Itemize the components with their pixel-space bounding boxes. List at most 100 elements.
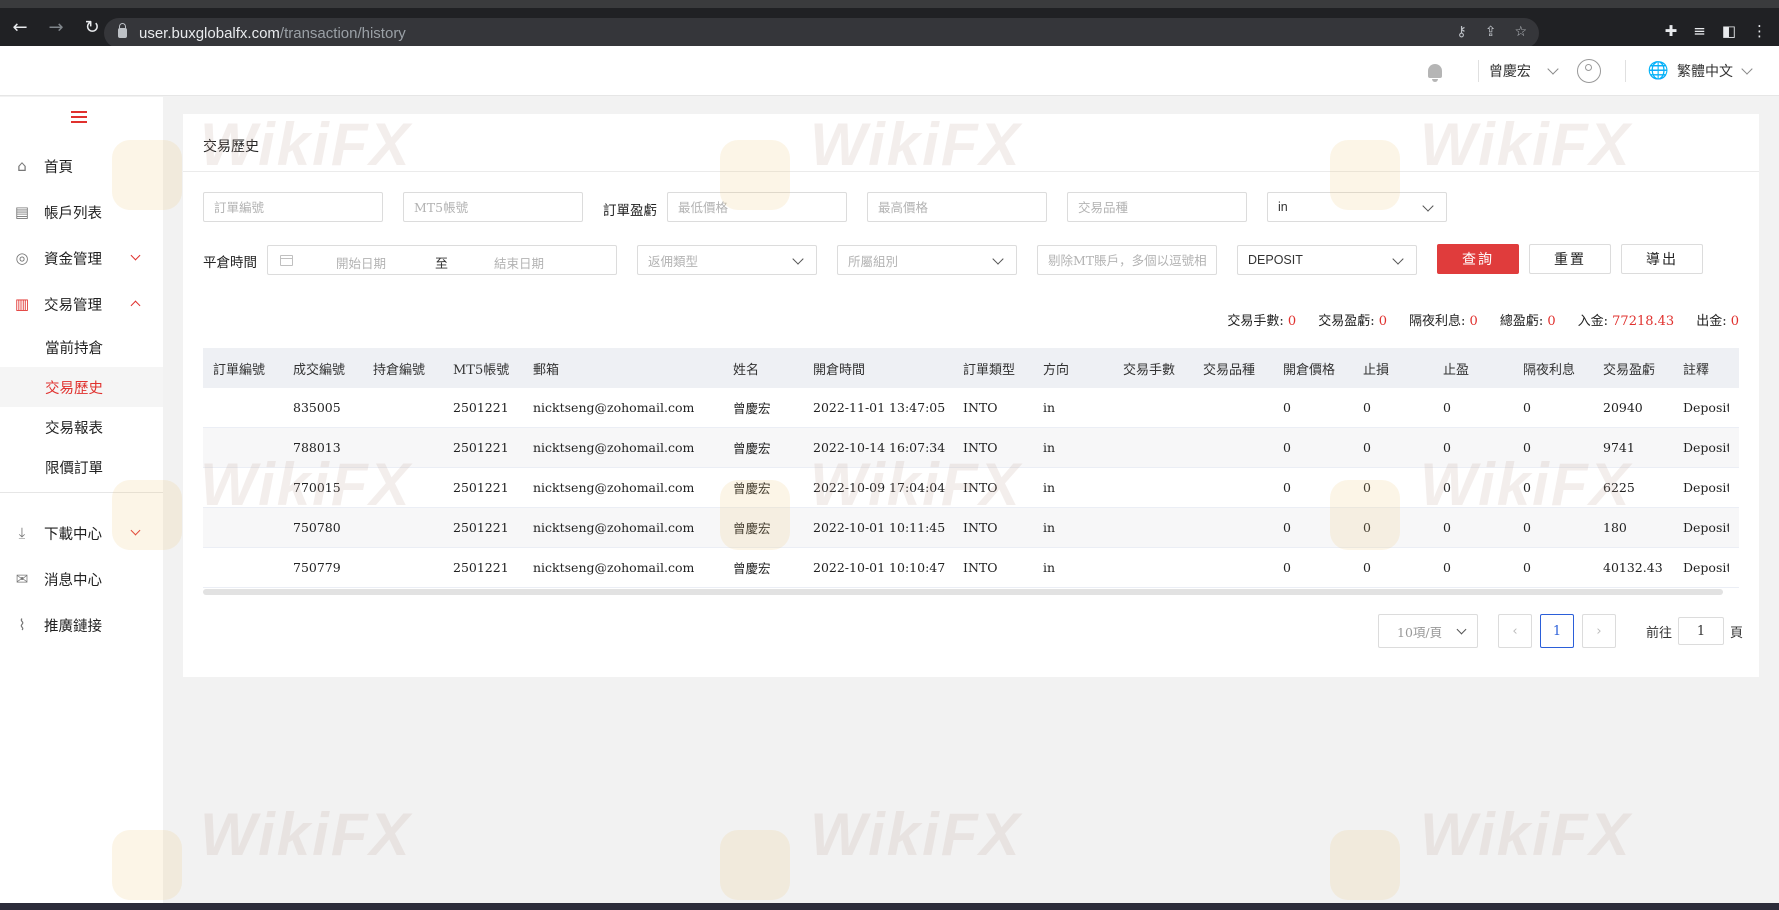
- chevron-down-icon: [1422, 200, 1434, 212]
- page-size-select[interactable]: 10項/頁: [1378, 614, 1478, 648]
- fund-icon: ◎: [15, 249, 29, 267]
- order-no-input[interactable]: [203, 192, 383, 222]
- table-cell: 0: [1363, 560, 1371, 575]
- column-header: 交易手數: [1123, 362, 1176, 378]
- page-number-button[interactable]: 1: [1540, 614, 1574, 648]
- sidebar-divider: [0, 492, 163, 493]
- avatar-icon[interactable]: [1576, 59, 1601, 83]
- sidebar-item-funds[interactable]: ◎ 資金管理: [0, 238, 163, 278]
- goto-page-input[interactable]: [1678, 617, 1725, 645]
- table-row[interactable]: 750779 2501221 nicktseng@zohomail.com 曾慶宏 20…: [203, 548, 1739, 588]
- url-path: /transaction/history: [279, 24, 406, 42]
- sidebar-item-accounts[interactable]: ▤ 帳戶列表: [0, 192, 163, 232]
- watermark-text: WikiFX: [200, 801, 412, 868]
- table-cell: nicktseng@zohomail.com: [533, 520, 695, 535]
- menu-icon[interactable]: ⋮: [1752, 22, 1767, 40]
- table-cell: 2022-11-01 13:47:05: [813, 400, 946, 415]
- table-cell: INTO: [963, 480, 998, 495]
- globe-icon[interactable]: 🌐: [1648, 61, 1669, 81]
- symbol-input[interactable]: [1067, 192, 1247, 222]
- chevron-down-icon: [992, 253, 1004, 265]
- column-header: 交易品種: [1203, 362, 1256, 378]
- link-icon: ⌇: [18, 616, 26, 634]
- date-range-picker[interactable]: 開始日期 至 結束日期: [267, 245, 617, 275]
- chevron-down-icon: [130, 250, 141, 261]
- language-selector[interactable]: 繁體中文: [1677, 61, 1733, 81]
- table-row[interactable]: 788013 2501221 nicktseng@zohomail.com 曾慶宏 20…: [203, 428, 1739, 468]
- app-header: 曾慶宏 🌐 繁體中文: [0, 46, 1779, 96]
- table-cell: INTO: [963, 440, 998, 455]
- table-cell: 6225: [1603, 480, 1635, 495]
- sidebar-item-downloads[interactable]: ⤓ 下載中心: [0, 513, 163, 553]
- export-button[interactable]: 導出: [1621, 244, 1703, 274]
- table-cell: 2022-10-01 10:10:47: [813, 560, 946, 575]
- sidebar-item-messages[interactable]: ✉ 消息中心: [0, 559, 163, 599]
- mt5-account-input[interactable]: [403, 192, 583, 222]
- sidebar-subitem-reports[interactable]: 交易報表: [0, 407, 163, 447]
- sidebar-subitem-history[interactable]: 交易歷史: [0, 367, 163, 407]
- history-table: 訂單編號 成交編號 持倉編號 MT5帳號 郵箱 姓名 開倉時間 訂單類型 方向 交易手數 交易品種 開…: [203, 348, 1739, 588]
- url-host: user.buxglobalfx.com: [139, 24, 280, 42]
- sidebar-item-trading[interactable]: ▥ 交易管理: [0, 284, 163, 324]
- reload-icon[interactable]: ↻: [76, 11, 108, 43]
- query-button[interactable]: 查詢: [1437, 244, 1519, 274]
- menu-collapse-icon[interactable]: [71, 111, 87, 125]
- table-cell: 2022-10-01 10:11:45: [813, 520, 946, 535]
- chevron-down-icon[interactable]: [1547, 63, 1559, 75]
- sidebar-item-label: 消息中心: [44, 572, 102, 589]
- type-select[interactable]: DEPOSIT: [1237, 245, 1417, 275]
- back-icon[interactable]: ←: [4, 11, 36, 43]
- lock-icon: [118, 23, 127, 38]
- reset-button[interactable]: 重置: [1529, 244, 1611, 274]
- start-date-input[interactable]: 開始日期: [336, 253, 386, 272]
- sidebar-item-home[interactable]: ⌂ 首頁: [0, 146, 163, 186]
- prev-page-button[interactable]: ‹: [1498, 614, 1532, 648]
- sidebar-item-label: 帳戶列表: [44, 205, 102, 222]
- table-cell: 2022-10-09 17:04:04: [813, 480, 946, 495]
- rebate-type-select[interactable]: 返佣類型: [637, 245, 817, 275]
- exclude-accounts-input[interactable]: [1037, 245, 1217, 275]
- min-price-input[interactable]: [667, 192, 847, 222]
- share-icon[interactable]: ⇪: [1485, 24, 1497, 40]
- end-date-input[interactable]: 結束日期: [494, 253, 544, 272]
- sidebar-subitem-positions[interactable]: 當前持倉: [0, 327, 163, 367]
- table-cell: 0: [1523, 400, 1531, 415]
- table-cell: 0: [1283, 400, 1291, 415]
- table-row[interactable]: 835005 2501221 nicktseng@zohomail.com 曾慶宏 20…: [203, 388, 1739, 428]
- table-cell: in: [1043, 520, 1056, 535]
- table-row[interactable]: 770015 2501221 nicktseng@zohomail.com 曾慶宏 20…: [203, 468, 1739, 508]
- horizontal-scrollbar[interactable]: [203, 589, 1723, 595]
- sidebar-item-promo-link[interactable]: ⌇ 推廣鏈接: [0, 605, 163, 645]
- table-cell: Deposit: [1683, 560, 1729, 575]
- puzzle-icon[interactable]: ✚: [1665, 22, 1678, 40]
- direction-select[interactable]: in: [1267, 192, 1447, 222]
- table-row[interactable]: 750780 2501221 nicktseng@zohomail.com 曾慶宏 20…: [203, 508, 1739, 548]
- watermark-text: WikiFX: [810, 801, 1022, 868]
- max-price-input[interactable]: [867, 192, 1047, 222]
- summary-lots: 交易手數: 0: [1227, 314, 1297, 329]
- bell-icon[interactable]: [1427, 64, 1442, 82]
- mail-icon: ✉: [15, 570, 29, 588]
- star-icon[interactable]: ☆: [1514, 24, 1527, 40]
- forward-icon[interactable]: →: [40, 11, 72, 43]
- group-select[interactable]: 所屬組別: [837, 245, 1017, 275]
- chevron-down-icon[interactable]: [1741, 63, 1753, 75]
- user-name[interactable]: 曾慶宏: [1489, 61, 1531, 81]
- table-cell: 0: [1363, 440, 1371, 455]
- home-icon: ⌂: [17, 157, 27, 175]
- table-cell: 0: [1443, 480, 1451, 495]
- sidebar-subitem-limit-orders[interactable]: 限價訂單: [0, 447, 163, 487]
- watermark-text: WikiFX: [1420, 801, 1632, 868]
- sidepanel-icon[interactable]: ◧: [1722, 22, 1736, 40]
- table-cell: 0: [1283, 480, 1291, 495]
- column-header: 止盈: [1443, 362, 1470, 378]
- rebate-type-placeholder: 返佣類型: [648, 253, 699, 269]
- table-cell: 0: [1443, 440, 1451, 455]
- download-icon: ⤓: [18, 524, 26, 542]
- next-page-button[interactable]: ›: [1582, 614, 1616, 648]
- column-header: 成交編號: [293, 362, 346, 378]
- key-icon[interactable]: ⚷: [1456, 24, 1466, 40]
- table-cell: 2501221: [453, 400, 509, 415]
- address-bar[interactable]: user.buxglobalfx.com/transaction/history…: [104, 18, 1539, 48]
- playlist-icon[interactable]: ≡: [1693, 22, 1706, 40]
